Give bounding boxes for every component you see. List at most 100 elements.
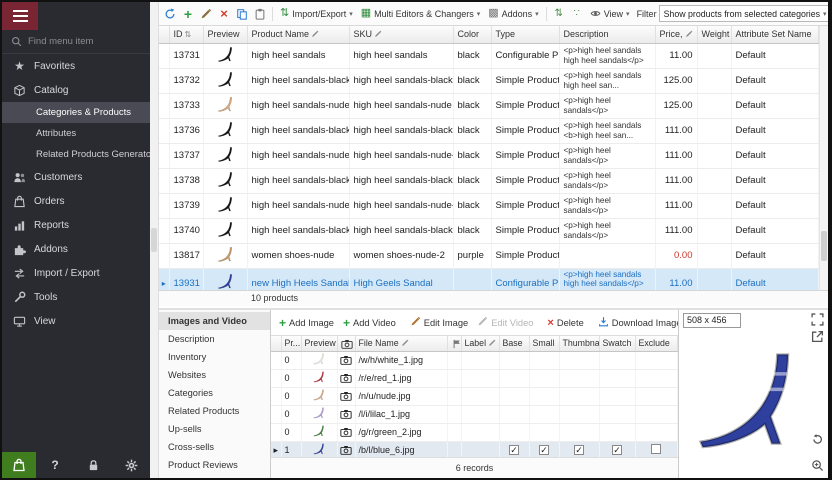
tab-product-reviews[interactable]: Product Reviews	[159, 456, 270, 474]
image-size-field[interactable]: 508 x 456	[683, 313, 741, 328]
column-header-swatch[interactable]: Swatch	[599, 336, 635, 351]
sidebar-item-related-products-generator[interactable]: Related Products Generator	[2, 144, 150, 165]
product-row-13931[interactable]: ▸13931new High Heels SandalsHigh Geels S…	[159, 268, 818, 290]
sidebar-item-addons[interactable]: Addons	[2, 237, 150, 261]
column-header-description[interactable]: Description	[559, 26, 655, 43]
exclude-cell	[635, 369, 677, 387]
hamburger-menu-icon[interactable]	[2, 2, 38, 30]
sidebar-item-catalog[interactable]: Catalog	[2, 78, 150, 102]
add-image-button[interactable]: +Add Image	[275, 314, 338, 332]
download-icon	[598, 316, 609, 329]
sidebar-item-favorites[interactable]: ★Favorites	[2, 54, 150, 78]
exclude-checkbox[interactable]	[651, 444, 661, 454]
addons-menu[interactable]: ▩Addons▾	[485, 6, 541, 21]
column-header-type[interactable]: Type	[491, 26, 559, 43]
edit-product-button[interactable]	[198, 6, 214, 22]
image-row-white_1.jpg[interactable]: 0/w/h/white_1.jpg	[271, 351, 677, 369]
sidebar-item-reports[interactable]: Reports	[2, 213, 150, 237]
column-header-product-name[interactable]: Product Name	[247, 26, 349, 43]
tab-related-products[interactable]: Related Products	[159, 402, 270, 420]
image-row-green_2.jpg[interactable]: 0/g/r/green_2.jpg	[271, 423, 677, 441]
paste-button[interactable]	[252, 6, 268, 22]
lock-icon[interactable]	[74, 452, 112, 478]
tab-categories[interactable]: Categories	[159, 384, 270, 402]
sidebar-item-view[interactable]: View	[2, 309, 150, 333]
sidebar-item-categories-products[interactable]: Categories & Products	[2, 102, 150, 123]
tab-description[interactable]: Description	[159, 330, 270, 348]
column-header-preview[interactable]: Preview	[301, 336, 337, 351]
tab-websites[interactable]: Websites	[159, 366, 270, 384]
splitter-handle[interactable]	[151, 228, 157, 252]
column-header-price-[interactable]: Price,	[655, 26, 697, 43]
image-row-nude.jpg[interactable]: 0/n/u/nude.jpg	[271, 387, 677, 405]
import-export-menu[interactable]: ⇅Import/Export▾	[277, 6, 356, 21]
product-row-13738[interactable]: 13738high heel sandals-black-37high heel…	[159, 168, 818, 193]
image-row-lilac_1.jpg[interactable]: 0/l/i/lilac_1.jpg	[271, 405, 677, 423]
product-row-13731[interactable]: 13731high heel sandalshigh heel sandalsb…	[159, 43, 818, 68]
settings-gear-icon[interactable]	[112, 452, 150, 478]
rotate-icon[interactable]	[811, 433, 824, 446]
column-header-weight[interactable]: Weight	[697, 26, 731, 43]
tab-images-and-video[interactable]: Images and Video	[159, 312, 270, 330]
add-product-button[interactable]: +	[180, 6, 196, 22]
multi-editors-menu[interactable]: ▦Multi Editors & Changers▾	[358, 6, 483, 21]
product-row-13740[interactable]: 13740high heel sandals-black-38high heel…	[159, 218, 818, 243]
thumbnail-checkbox[interactable]: ✓	[574, 445, 584, 455]
store-icon[interactable]	[2, 452, 36, 478]
copy-button[interactable]	[234, 6, 250, 22]
product-row-13733[interactable]: 13733high heel sandals-nudehigh heel san…	[159, 93, 818, 118]
sidebar-item-import-export[interactable]: Import / Export	[2, 261, 150, 285]
category-filter-select[interactable]: Show products from selected categories▾	[659, 5, 828, 22]
column-header-base[interactable]: Base	[499, 336, 529, 351]
product-row-13737[interactable]: 13737high heel sandals-nude-36high heel …	[159, 143, 818, 168]
sidebar-search-input[interactable]: Find menu item	[2, 30, 150, 54]
sidebar-item-customers[interactable]: Customers	[2, 165, 150, 189]
sort-ascending-icon[interactable]: ⇅	[551, 6, 567, 22]
edit-image-button[interactable]: Edit Image	[406, 314, 472, 331]
sidebar-item-orders[interactable]: Orders	[2, 189, 150, 213]
open-external-icon[interactable]	[811, 330, 824, 343]
column-header-attribute-set-name[interactable]: Attribute Set Name	[731, 26, 818, 43]
view-menu[interactable]: View▾	[587, 6, 633, 21]
column-header-color[interactable]: Color	[453, 26, 491, 43]
tab-up-sells[interactable]: Up-sells	[159, 420, 270, 438]
column-header-file-name[interactable]: File Name	[355, 336, 447, 351]
zoom-icon[interactable]	[811, 459, 824, 472]
product-row-13817[interactable]: 13817women shoes-nudewomen shoes-nude-2p…	[159, 243, 818, 268]
fullscreen-icon[interactable]	[811, 313, 824, 326]
tab-cross-sells[interactable]: Cross-sells	[159, 438, 270, 456]
refresh-button[interactable]	[162, 6, 178, 22]
add-video-button[interactable]: +Add Video	[339, 314, 400, 332]
column-header-sku[interactable]: SKU	[349, 26, 453, 43]
products-scrollbar[interactable]	[819, 26, 828, 290]
swatch-checkbox[interactable]: ✓	[612, 445, 622, 455]
delete-product-button[interactable]: ×	[216, 6, 232, 22]
sidebar-item-tools[interactable]: Tools	[2, 285, 150, 309]
product-row-13732[interactable]: 13732high heel sandals-blackhigh heel sa…	[159, 68, 818, 93]
column-header-id[interactable]: ID⇅	[169, 26, 203, 43]
camera-column-header[interactable]	[337, 336, 355, 351]
small-cell	[529, 423, 559, 441]
small-checkbox[interactable]: ✓	[539, 445, 549, 455]
column-header-small[interactable]: Small	[529, 336, 559, 351]
image-row-red_1.jpg[interactable]: 0/r/e/red_1.jpg	[271, 369, 677, 387]
sidebar-item-attributes[interactable]: Attributes	[2, 123, 150, 144]
product-row-13739[interactable]: 13739high heel sandals-nude-37high heel …	[159, 193, 818, 218]
base-checkbox[interactable]: ✓	[509, 445, 519, 455]
download-image-button[interactable]: Download Image	[594, 314, 678, 331]
column-header-pr-[interactable]: Pr...	[281, 336, 301, 351]
column-header-preview[interactable]: Preview	[203, 26, 247, 43]
help-icon[interactable]: ?	[36, 452, 74, 478]
column-header-exclude[interactable]: Exclude	[635, 336, 677, 351]
tab-inventory[interactable]: Inventory	[159, 348, 270, 366]
flag-column-header[interactable]	[447, 336, 461, 351]
product-color: black	[453, 193, 491, 218]
panel-splitter[interactable]	[150, 2, 159, 478]
column-header-thumbna[interactable]: Thumbna	[559, 336, 599, 351]
column-header-label[interactable]: Label	[461, 336, 499, 351]
product-row-13736[interactable]: 13736high heel sandals-black-36high heel…	[159, 118, 818, 143]
scrollbar-thumb[interactable]	[821, 231, 827, 261]
edit-video-button[interactable]: Edit Video	[473, 314, 537, 331]
delete-button[interactable]: ×Delete	[543, 315, 587, 331]
sort-descending-icon[interactable]: ∵︎	[569, 6, 585, 22]
